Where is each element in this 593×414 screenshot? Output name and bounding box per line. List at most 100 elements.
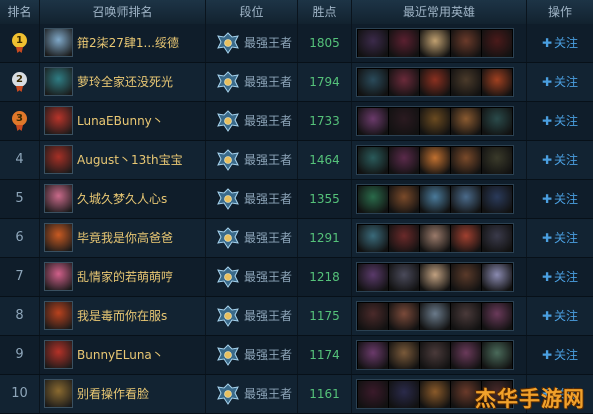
hero-portrait[interactable] [358, 342, 388, 369]
rank-number: 3 [16, 113, 23, 124]
hero-portrait[interactable] [358, 264, 388, 291]
league-points: 1291 [298, 219, 352, 257]
hero-portrait[interactable] [451, 264, 481, 291]
hero-portrait[interactable] [420, 108, 450, 135]
follow-button[interactable]: ✚ 关注 [527, 102, 593, 140]
hero-portrait[interactable] [358, 381, 388, 408]
header-points: 胜点 [298, 0, 352, 24]
tier-label: 最强王者 [244, 348, 293, 362]
hero-portrait[interactable] [420, 186, 450, 213]
hero-portrait[interactable] [482, 225, 512, 252]
hero-portrait[interactable] [451, 69, 481, 96]
hero-portrait[interactable] [482, 303, 512, 330]
hero-portrait[interactable] [389, 342, 419, 369]
summoner-avatar[interactable] [44, 145, 73, 174]
hero-portrait[interactable] [389, 381, 419, 408]
table-row: 6 毕竟我是你高爸爸 最强王者 1291 ✚ 关注 [0, 219, 593, 258]
follow-button[interactable]: ✚ 关注 [527, 24, 593, 62]
follow-button[interactable]: ✚ 关注 [527, 63, 593, 101]
plus-icon: ✚ [541, 153, 553, 167]
hero-portrait[interactable] [389, 303, 419, 330]
table-row: 5 久城久梦久人心s 最强王者 1355 ✚ 关注 [0, 180, 593, 219]
follow-button[interactable]: ✚ 关注 [527, 141, 593, 179]
hero-portrait[interactable] [482, 108, 512, 135]
hero-portrait[interactable] [482, 186, 512, 213]
follow-button[interactable]: ✚ 关注 [527, 180, 593, 218]
follow-label: 关注 [554, 309, 579, 323]
hero-portrait[interactable] [420, 225, 450, 252]
hero-portrait[interactable] [358, 186, 388, 213]
league-points: 1733 [298, 102, 352, 140]
follow-button[interactable]: ✚ 关注 [527, 336, 593, 374]
hero-portrait[interactable] [420, 30, 450, 57]
league-points: 1794 [298, 63, 352, 101]
hero-portrait[interactable] [420, 342, 450, 369]
follow-button[interactable]: ✚ 关注 [527, 297, 593, 335]
hero-portrait[interactable] [358, 108, 388, 135]
hero-portrait[interactable] [389, 186, 419, 213]
heroes-cell [352, 141, 527, 179]
hero-portrait[interactable] [358, 69, 388, 96]
summoner-name[interactable]: August丶13th宝宝 [77, 141, 183, 179]
summoner-name[interactable]: 箝2柒27肆1...绥德 [77, 24, 179, 62]
hero-portrait[interactable] [451, 147, 481, 174]
summoner-avatar[interactable] [44, 184, 73, 213]
league-points: 1161 [298, 375, 352, 413]
hero-portrait[interactable] [389, 147, 419, 174]
hero-portrait[interactable] [389, 264, 419, 291]
hero-portrait[interactable] [451, 186, 481, 213]
summoner-name[interactable]: 毕竟我是你高爸爸 [77, 219, 173, 257]
rank-cell: 7 [0, 258, 40, 296]
summoner-avatar[interactable] [44, 379, 73, 408]
summoner-avatar[interactable] [44, 28, 73, 57]
follow-button[interactable]: ✚ 关注 [527, 258, 593, 296]
hero-portrait[interactable] [451, 225, 481, 252]
hero-portrait[interactable] [389, 108, 419, 135]
summoner-cell: 别看操作看脸 [40, 375, 206, 413]
hero-portrait[interactable] [389, 30, 419, 57]
summoner-avatar[interactable] [44, 106, 73, 135]
summoner-avatar[interactable] [44, 301, 73, 330]
hero-portrait[interactable] [482, 30, 512, 57]
hero-portrait[interactable] [358, 225, 388, 252]
hero-portrait[interactable] [358, 30, 388, 57]
summoner-name[interactable]: 萝玲全家还没死光 [77, 63, 173, 101]
hero-portrait[interactable] [420, 303, 450, 330]
recent-heroes-strip [356, 145, 514, 175]
summoner-avatar[interactable] [44, 262, 73, 291]
rank-cell: 4 [0, 141, 40, 179]
tier-cell: 最强王者 [206, 336, 298, 374]
hero-portrait[interactable] [420, 264, 450, 291]
hero-portrait[interactable] [420, 69, 450, 96]
hero-portrait[interactable] [451, 30, 481, 57]
recent-heroes-strip [356, 340, 514, 370]
hero-portrait[interactable] [482, 342, 512, 369]
hero-portrait[interactable] [420, 381, 450, 408]
summoner-name[interactable]: 乱情家的若萌萌哼 [77, 258, 173, 296]
summoner-avatar[interactable] [44, 340, 73, 369]
summoner-name[interactable]: LunaEBunny丶 [77, 102, 164, 140]
summoner-avatar[interactable] [44, 67, 73, 96]
hero-portrait[interactable] [451, 108, 481, 135]
hero-portrait[interactable] [482, 69, 512, 96]
challenger-emblem-icon [217, 149, 239, 171]
hero-portrait[interactable] [389, 225, 419, 252]
table-row: 4 August丶13th宝宝 最强王者 1464 ✚ 关注 [0, 141, 593, 180]
hero-portrait[interactable] [482, 147, 512, 174]
hero-portrait[interactable] [451, 303, 481, 330]
follow-label: 关注 [554, 75, 579, 89]
hero-portrait[interactable] [482, 264, 512, 291]
hero-portrait[interactable] [389, 69, 419, 96]
hero-portrait[interactable] [420, 147, 450, 174]
summoner-name[interactable]: BunnyELuna丶 [77, 336, 164, 374]
follow-button[interactable]: ✚ 关注 [527, 219, 593, 257]
summoner-avatar[interactable] [44, 223, 73, 252]
hero-portrait[interactable] [451, 342, 481, 369]
summoner-name[interactable]: 我是毒而你在服s [77, 297, 167, 335]
hero-portrait[interactable] [358, 303, 388, 330]
summoner-name[interactable]: 久城久梦久人心s [77, 180, 167, 218]
hero-portrait[interactable] [358, 147, 388, 174]
heroes-cell [352, 219, 527, 257]
rank-cell: 6 [0, 219, 40, 257]
summoner-name[interactable]: 别看操作看脸 [77, 375, 149, 413]
